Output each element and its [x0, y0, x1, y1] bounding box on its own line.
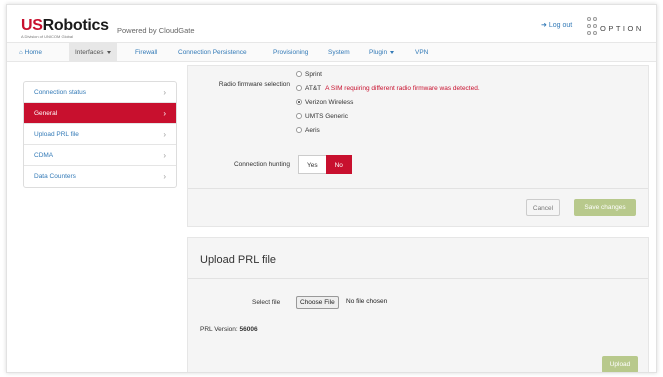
- nav-connection-persistence[interactable]: Connection Persistence: [178, 43, 247, 62]
- divider: [188, 278, 648, 279]
- radio-icon[interactable]: [296, 71, 302, 78]
- select-file-label: Select file: [252, 299, 281, 306]
- no-file-chosen-text: No file chosen: [346, 298, 388, 305]
- general-settings-panel: Radio firmware selection Sprint AT&T A SI…: [187, 65, 649, 227]
- nav-home[interactable]: ⌂ Home: [19, 43, 42, 62]
- chevron-right-icon: ›: [163, 130, 166, 139]
- caret-down-icon: [390, 50, 395, 54]
- upload-prl-panel: Upload PRL file Select file Choose File …: [187, 237, 649, 372]
- hunting-no-button[interactable]: No: [325, 155, 352, 174]
- nav-firewall[interactable]: Firewall: [135, 43, 157, 62]
- logout-link[interactable]: ➜ Log out: [541, 21, 572, 29]
- radio-selected-icon[interactable]: [296, 99, 302, 106]
- chevron-right-icon: ›: [163, 172, 166, 181]
- sidebar-item-upload-prl[interactable]: Upload PRL file ›: [24, 124, 176, 145]
- prl-version: PRL Version: 56006: [200, 326, 258, 333]
- chevron-right-icon: ›: [163, 151, 166, 160]
- hunting-yes-button[interactable]: Yes: [298, 155, 327, 174]
- radio-att[interactable]: AT&T A SIM requiring different radio firm…: [296, 85, 480, 96]
- radio-verizon[interactable]: Verizon Wireless: [296, 99, 353, 110]
- cancel-button[interactable]: Cancel: [526, 199, 560, 216]
- logout-icon: ➜: [541, 22, 547, 29]
- option-dots-icon: [587, 17, 599, 37]
- sidebar: Connection status › General › Upload PRL f…: [23, 81, 177, 188]
- divider: [188, 188, 648, 189]
- upload-button[interactable]: Upload: [602, 356, 638, 372]
- connection-hunting-label: Connection hunting: [233, 161, 290, 168]
- radio-sprint[interactable]: Sprint: [296, 71, 322, 82]
- chevron-right-icon: ›: [163, 109, 166, 118]
- home-icon: ⌂: [19, 50, 23, 56]
- sidebar-item-general[interactable]: General ›: [24, 103, 176, 124]
- connection-hunting-toggle: Yes No: [298, 155, 352, 174]
- app-header: USRobotics A Division of UNICOM Global P…: [21, 17, 644, 39]
- prl-version-value: 56006: [239, 326, 258, 333]
- usrobotics-logo[interactable]: USRobotics: [21, 17, 109, 35]
- nav-system[interactable]: System: [328, 43, 350, 62]
- radio-icon[interactable]: [296, 127, 302, 134]
- nav-plugin[interactable]: Plugin: [369, 43, 395, 62]
- nav-interfaces[interactable]: Interfaces: [69, 43, 117, 62]
- logo-subtitle: A Division of UNICOM Global: [21, 34, 74, 39]
- sidebar-item-connection-status[interactable]: Connection status ›: [24, 82, 176, 103]
- save-changes-button[interactable]: Save changes: [574, 199, 636, 216]
- sim-warning-text: A SIM requiring different radio firmware…: [325, 85, 480, 92]
- choose-file-button[interactable]: Choose File: [296, 296, 339, 309]
- upload-prl-title: Upload PRL file: [200, 254, 277, 266]
- nav-provisioning[interactable]: Provisioning: [273, 43, 308, 62]
- firmware-label: Radio firmware selection: [218, 81, 290, 88]
- radio-aeris[interactable]: Aeris: [296, 127, 320, 138]
- chevron-right-icon: ›: [163, 88, 166, 97]
- nav-vpn[interactable]: VPN: [415, 43, 428, 62]
- sidebar-item-cdma[interactable]: CDMA ›: [24, 145, 176, 166]
- browser-frame: USRobotics A Division of UNICOM Global P…: [6, 4, 657, 373]
- powered-by-text: Powered by CloudGate: [117, 26, 195, 35]
- radio-umts-generic[interactable]: UMTS Generic: [296, 113, 348, 124]
- main-nav: ⌂ Home Interfaces Firewall Connection Per…: [7, 42, 656, 62]
- sidebar-item-data-counters[interactable]: Data Counters ›: [24, 166, 176, 187]
- radio-icon[interactable]: [296, 85, 302, 92]
- caret-down-icon: [106, 50, 111, 54]
- radio-icon[interactable]: [296, 113, 302, 120]
